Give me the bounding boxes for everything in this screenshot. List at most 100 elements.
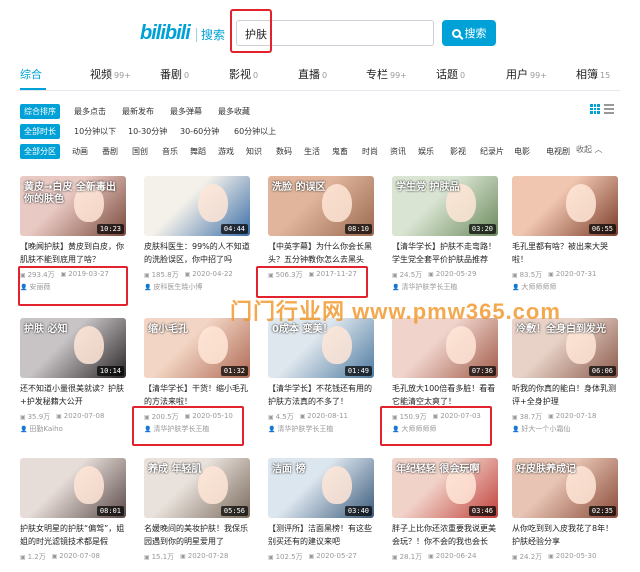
video-meta: 15.1万 2020-07-28 [144,552,250,562]
video-thumbnail[interactable]: 养成 年轻肌 05:56 [144,458,250,518]
tab-item[interactable]: 直播 0 [298,66,327,82]
filter-option[interactable]: 国创 [132,146,148,157]
video-thumbnail[interactable]: 冷敷！全身白到发光 06:06 [512,318,618,378]
video-card[interactable]: 0成本 变美！01:49 【清华学长】不花钱还有用的护肤方法真的不多了！ 4.5万 2… [268,318,374,446]
video-thumbnail[interactable]: 护肤 必知 10:14 [20,318,126,378]
filter-selected[interactable]: 全部分区 [20,144,60,159]
video-title[interactable]: 【测评所】洁面黑榜！有这些别买还有的建议来吧 [268,522,374,548]
filter-selected[interactable]: 综合排序 [20,104,60,119]
video-thumbnail[interactable]: 07:36 [392,318,498,378]
video-thumbnail[interactable]: 洁面 榜 03:40 [268,458,374,518]
filter-selected[interactable]: 全部时长 [20,124,60,139]
video-title[interactable]: 毛孔里都有啥？被出来大哭啦！ [512,240,618,266]
video-thumbnail[interactable]: 黄皮→白皮 全新毒出你的肤色 10:23 [20,176,126,236]
uploader-link[interactable]: 田勤Kaiho [20,424,126,434]
filter-option[interactable]: 舞蹈 [190,146,206,157]
tab-item[interactable]: 话题 0 [436,66,465,82]
tab-item[interactable]: 用户 99+ [506,66,547,82]
filter-option[interactable]: 纪录片 [480,146,504,157]
video-title[interactable]: 胖子上比你还浓重要我说更美会玩？！你不会的我也会长 [392,522,498,548]
video-card[interactable]: 养成 年轻肌 05:56 名媛晚间的美妆护肤！我保乐园遇到你的明星爱用了 15.1万 2… [144,458,250,572]
filter-option[interactable]: 最多收藏 [218,106,250,117]
filter-option[interactable]: 30-60分钟 [180,126,219,137]
video-thumbnail[interactable]: 洗脸 的误区 08:10 [268,176,374,236]
video-thumbnail[interactable]: 08:01 [20,458,126,518]
video-card[interactable]: 冷敷！全身白到发光06:06 听我的你真的能白！身体乳测评+全身护理 38.7万 20… [512,318,618,446]
video-title[interactable]: 【清华学长】不花钱还有用的护肤方法真的不多了！ [268,382,374,408]
uploader-link[interactable]: 清华护肤学长王植 [268,424,374,434]
thumbnail-figure [74,466,104,504]
video-title[interactable]: 护肤女明星的护肤“偏驾”，姐姐的时光滤镜技术都是假 [20,522,126,548]
filter-option[interactable]: 时尚 [362,146,378,157]
filter-option[interactable]: 生活 [304,146,320,157]
tab-item[interactable]: 视频 99+ [90,66,131,82]
filter-option[interactable]: 影视 [450,146,466,157]
video-title[interactable]: 【中英字幕】为什么你会长黑头？五分钟教你怎么去黑头 [268,240,374,266]
video-title[interactable]: 【晚闻护肤】黄皮到白皮，你肌肤不能到底用了啥？ [20,240,126,266]
upload-date: 2020-07-31 [548,270,597,280]
video-thumbnail[interactable]: 好皮肤养成记 02:35 [512,458,618,518]
thumbnail-caption: 护肤 必知 [24,324,68,335]
tab-label: 视频 [90,68,112,81]
upload-date: 2020-07-18 [548,412,597,422]
uploader-link[interactable]: 皮科医生晓小博 [144,282,250,292]
uploader-link[interactable]: 清华护肤学长王植 [392,282,498,292]
list-view-icon[interactable] [604,104,614,114]
video-thumbnail[interactable]: 缩小毛孔 01:32 [144,318,250,378]
filter-option[interactable]: 10分钟以下 [74,126,116,137]
filter-option[interactable]: 资讯 [390,146,406,157]
watermark: 门门行业网 www.pmw365.com [230,299,561,324]
uploader-link[interactable]: 大师师师师 [512,282,618,292]
tab-item[interactable]: 综合 [20,66,42,82]
filter-option[interactable]: 电视剧 [546,146,570,157]
tab-item[interactable]: 番剧 0 [160,66,189,82]
view-count: 24.2万 [512,552,543,562]
filter-option[interactable]: 60分钟以上 [234,126,276,137]
filter-option[interactable]: 知识 [246,146,262,157]
video-thumbnail[interactable]: 04:44 [144,176,250,236]
filter-option[interactable]: 数码 [276,146,292,157]
filter-option[interactable]: 电影 [514,146,530,157]
tab-item[interactable]: 相簿 15 [576,66,610,82]
video-title[interactable]: 皮肤科医生：99%的人不知道的洗脸误区，你中招了吗 [144,240,250,266]
view-count: 1.2万 [20,552,46,562]
video-title[interactable]: 【清华学长】干货！缩小毛孔的方法来啦！ [144,382,250,408]
bilibili-logo[interactable]: bilibili [140,22,191,45]
video-thumbnail[interactable]: 年纪轻轻 很会玩啊 03:46 [392,458,498,518]
video-card[interactable]: 护肤 必知 10:14 还不知道小量很美就读？护肤+护发秘籍大公开 35.9万 2020… [20,318,126,446]
video-card[interactable]: 好皮肤养成记 02:35 从你吃到到入皮我花了8年！护肤经验分享 24.2万 2020-… [512,458,618,572]
video-thumbnail[interactable]: 0成本 变美！ 01:49 [268,318,374,378]
video-title[interactable]: 还不知道小量很美就读？护肤+护发秘籍大公开 [20,382,126,408]
video-card[interactable]: 06:55 毛孔里都有啥？被出来大哭啦！ 83.5万 2020-07-31 大师师师师 [512,176,618,304]
video-title[interactable]: 从你吃到到入皮我花了8年！护肤经验分享 [512,522,618,548]
video-card[interactable]: 08:01 护肤女明星的护肤“偏驾”，姐姐的时光滤镜技术都是假 1.2万 2020-0… [20,458,126,572]
filter-option[interactable]: 最多点击 [74,106,106,117]
highlight-search-query [230,9,272,53]
grid-view-icon[interactable] [590,104,600,114]
video-thumbnail[interactable]: 学生党 护肤品 03:20 [392,176,498,236]
video-title[interactable]: 名媛晚间的美妆护肤！我保乐园遇到你的明星爱用了 [144,522,250,548]
video-card[interactable]: 学生党 护肤品 03:20 【清华学长】护肤不走弯路！学生党全套平价护肤品推荐 24.… [392,176,498,304]
video-title[interactable]: 毛孔放大100倍看多脏！看看它能清空太爽了！ [392,382,498,408]
filter-option[interactable]: 鬼畜 [332,146,348,157]
tab-item[interactable]: 影视 0 [229,66,258,82]
uploader-link[interactable]: 好大一个小霜仙 [512,424,618,434]
filter-option[interactable]: 动画 [72,146,88,157]
filter-option[interactable]: 最多弹幕 [170,106,202,117]
filter-option[interactable]: 番剧 [102,146,118,157]
video-card[interactable]: 年纪轻轻 很会玩啊 03:46 胖子上比你还浓重要我说更美会玩？！你不会的我也会长 2… [392,458,498,572]
filter-option[interactable]: 10-30分钟 [128,126,167,137]
video-duration: 03:40 [344,506,372,516]
filter-option[interactable]: 游戏 [218,146,234,157]
video-title[interactable]: 【清华学长】护肤不走弯路！学生党全套平价护肤品推荐 [392,240,498,266]
video-card[interactable]: 洁面 榜 03:40 【测评所】洁面黑榜！有这些别买还有的建议来吧 102.5万 202… [268,458,374,572]
filter-option[interactable]: 音乐 [162,146,178,157]
tab-item[interactable]: 专栏 99+ [366,66,407,82]
filter-option[interactable]: 娱乐 [418,146,434,157]
video-card[interactable]: 04:44 皮肤科医生：99%的人不知道的洗脸误区，你中招了吗 185.8万 2020… [144,176,250,304]
video-title[interactable]: 听我的你真的能白！身体乳测评+全身护理 [512,382,618,408]
collapse-filters-button[interactable]: 收起 ︿ [576,144,603,155]
video-thumbnail[interactable]: 06:55 [512,176,618,236]
search-button[interactable]: 搜索 [442,20,496,46]
filter-option[interactable]: 最新发布 [122,106,154,117]
